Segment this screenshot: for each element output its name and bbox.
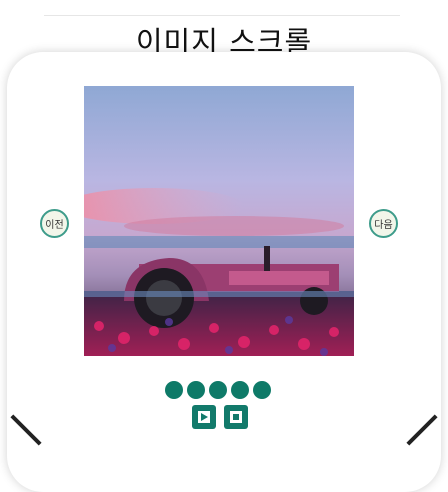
play-icon — [198, 411, 210, 423]
prev-button[interactable]: 이전 — [40, 209, 69, 238]
stop-button[interactable] — [224, 405, 248, 429]
play-button[interactable] — [192, 405, 216, 429]
pagination-dot-2[interactable] — [187, 381, 205, 399]
pagination-dot-5[interactable] — [253, 381, 271, 399]
playback-controls — [192, 405, 248, 429]
header-divider — [44, 15, 400, 16]
pagination-dot-3[interactable] — [209, 381, 227, 399]
carousel-image — [84, 86, 354, 356]
pagination-dot-1[interactable] — [165, 381, 183, 399]
pagination-dots — [165, 381, 271, 399]
next-button[interactable]: 다음 — [369, 209, 398, 238]
pagination-dot-4[interactable] — [231, 381, 249, 399]
stop-icon — [230, 411, 242, 423]
tractor-photo — [84, 86, 354, 356]
